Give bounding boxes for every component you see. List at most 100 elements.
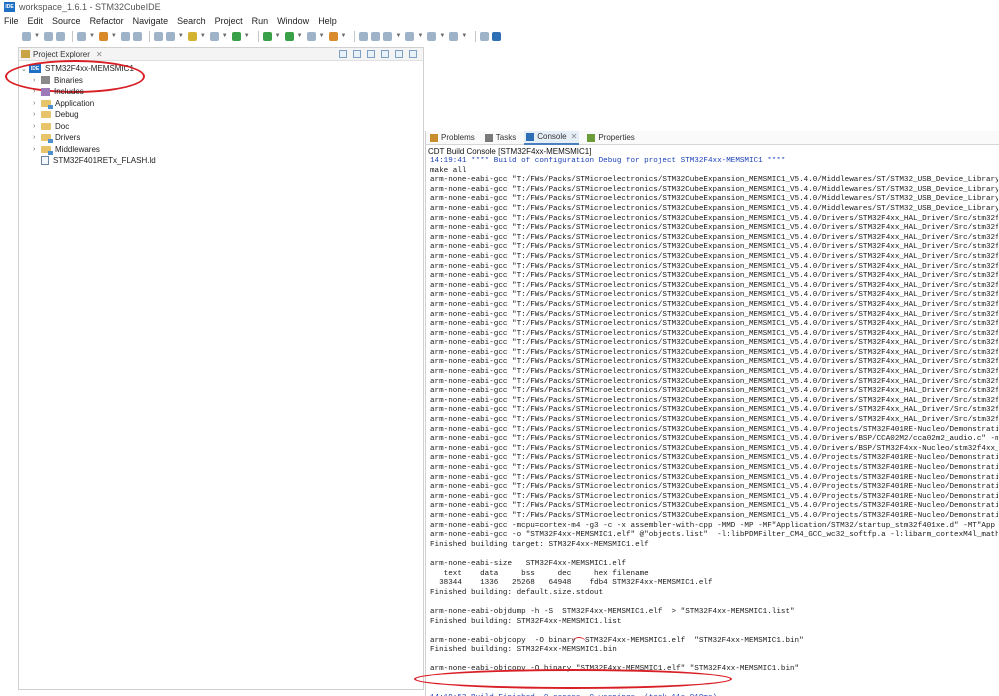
open-type-icon[interactable] xyxy=(328,31,338,41)
chevron-down-icon[interactable]: ▼ xyxy=(439,33,445,39)
device-config-icon[interactable] xyxy=(153,31,163,41)
chevron-down-icon[interactable]: ▼ xyxy=(244,33,250,39)
maximize-icon[interactable] xyxy=(409,50,417,58)
console-line: Finished building: STM32F4xx-MEMSMIC1.li… xyxy=(430,617,622,626)
tree-item-debug[interactable]: › Debug xyxy=(19,109,423,121)
menu-run[interactable]: Run xyxy=(252,16,269,26)
console-icon xyxy=(526,132,535,141)
build-settings-icon[interactable] xyxy=(76,31,86,41)
save-all-icon[interactable] xyxy=(55,31,65,41)
tree-item-linker-file[interactable]: STM32F401RETx_FLASH.ld xyxy=(19,155,423,167)
chevron-right-icon[interactable]: › xyxy=(33,134,41,141)
build-hammer-icon[interactable] xyxy=(98,31,108,41)
chevron-right-icon[interactable]: › xyxy=(33,88,41,95)
console-line: arm-none-eabi-gcc "T:/FWs/Packs/STMicroe… xyxy=(430,368,998,377)
new-folder-icon[interactable] xyxy=(187,31,197,41)
tree-item-label: Debug xyxy=(55,110,79,120)
menu-source[interactable]: Source xyxy=(52,16,81,26)
minimize-icon[interactable] xyxy=(395,50,403,58)
menu-window[interactable]: Window xyxy=(277,16,309,26)
console-line: arm-none-eabi-gcc "T:/FWs/Packs/STMicroe… xyxy=(430,252,998,261)
tab-properties[interactable]: Properties xyxy=(585,131,636,145)
tree-item-project[interactable]: ⌄ IDE STM32F4xx-MEMSMIC1 xyxy=(5,60,423,93)
menu-navigate[interactable]: Navigate xyxy=(133,16,169,26)
project-explorer-tab[interactable]: Project Explorer ✕ xyxy=(19,48,423,61)
sync-icon[interactable] xyxy=(231,31,241,41)
console-line: arm-none-eabi-gcc "T:/FWs/Packs/STMicroe… xyxy=(430,185,998,194)
tree-item-drivers[interactable]: › Drivers xyxy=(19,132,423,144)
menu-file[interactable]: File xyxy=(4,16,19,26)
terminal-icon[interactable] xyxy=(132,31,142,41)
chevron-down-icon[interactable]: ▼ xyxy=(34,33,40,39)
menu-refactor[interactable]: Refactor xyxy=(90,16,124,26)
view-menu-icon[interactable] xyxy=(381,50,389,58)
console-output[interactable]: 14:19:41 **** Build of configuration Deb… xyxy=(426,157,998,696)
back-icon[interactable] xyxy=(427,31,437,41)
chevron-down-icon[interactable]: ▼ xyxy=(200,33,206,39)
run-icon[interactable] xyxy=(284,31,294,41)
prev-edit-icon[interactable] xyxy=(405,31,415,41)
new-project-icon[interactable] xyxy=(165,31,175,41)
pilcrow-icon[interactable] xyxy=(371,31,381,41)
chevron-down-icon[interactable]: ▼ xyxy=(395,33,401,39)
collapse-all-icon[interactable] xyxy=(339,50,347,58)
folder-icon xyxy=(41,145,53,155)
console-line: arm-none-eabi-gcc "T:/FWs/Packs/STMicroe… xyxy=(430,320,998,329)
tab-tasks[interactable]: Tasks xyxy=(483,131,518,145)
chevron-down-icon[interactable]: ▼ xyxy=(178,33,184,39)
chevron-right-icon[interactable]: › xyxy=(33,123,41,130)
tree-item-middlewares[interactable]: › Middlewares xyxy=(19,144,423,156)
close-icon[interactable]: ✕ xyxy=(96,50,103,59)
chevron-down-icon[interactable]: ⌄ xyxy=(21,65,29,73)
project-explorer-tab-label: Project Explorer xyxy=(33,49,90,59)
chevron-right-icon[interactable]: › xyxy=(33,77,41,84)
tab-problems[interactable]: Problems xyxy=(428,131,477,145)
menu-project[interactable]: Project xyxy=(215,16,243,26)
tree-item-label: Includes xyxy=(54,87,84,97)
clean-icon[interactable] xyxy=(120,31,130,41)
close-icon[interactable]: ✕ xyxy=(571,132,578,141)
chevron-right-icon[interactable]: › xyxy=(33,146,41,153)
new-file-icon[interactable] xyxy=(209,31,219,41)
console-line: arm-none-eabi-gcc "T:/FWs/Packs/STMicroe… xyxy=(430,377,998,386)
save-icon[interactable] xyxy=(43,31,53,41)
chevron-down-icon[interactable]: ▼ xyxy=(297,33,303,39)
console-line: arm-none-eabi-objcopy -O binary "STM32F4… xyxy=(430,665,800,674)
link-editor-icon[interactable] xyxy=(353,50,361,58)
folder-icon xyxy=(41,111,51,119)
filter-icon[interactable] xyxy=(367,50,375,58)
external-tools-icon[interactable] xyxy=(306,31,316,41)
chevron-down-icon[interactable]: ▼ xyxy=(461,33,467,39)
console-line: arm-none-eabi-objcopy -O binary STM32F4x… xyxy=(430,636,804,645)
menu-search[interactable]: Search xyxy=(177,16,206,26)
chevron-down-icon[interactable]: ▼ xyxy=(341,33,347,39)
chevron-down-icon[interactable]: ▼ xyxy=(89,33,95,39)
console-line: arm-none-eabi-gcc "T:/FWs/Packs/STMicroe… xyxy=(430,329,998,338)
next-edit-icon[interactable] xyxy=(383,31,393,41)
console-line: arm-none-eabi-gcc "T:/FWs/Packs/STMicroe… xyxy=(430,502,998,511)
tree-item-binaries[interactable]: › Binaries xyxy=(19,75,423,87)
console-line: arm-none-eabi-gcc "T:/FWs/Packs/STMicroe… xyxy=(430,224,998,233)
new-icon[interactable] xyxy=(22,31,31,41)
forward-icon[interactable] xyxy=(449,31,459,41)
tree-item-includes[interactable]: › Includes xyxy=(19,86,423,98)
info-icon[interactable] xyxy=(492,31,502,41)
folder-icon xyxy=(41,122,51,130)
chevron-down-icon[interactable]: ▼ xyxy=(417,33,423,39)
chevron-down-icon[interactable]: ▼ xyxy=(111,33,117,39)
chevron-down-icon[interactable]: ▼ xyxy=(319,33,325,39)
open-perspective-icon[interactable] xyxy=(480,31,490,41)
menu-edit[interactable]: Edit xyxy=(28,16,44,26)
chevron-down-icon[interactable]: ▼ xyxy=(275,33,281,39)
chevron-right-icon[interactable]: › xyxy=(33,111,41,118)
tree-item-doc[interactable]: › Doc xyxy=(19,121,423,133)
tab-console[interactable]: Console ✕ xyxy=(524,130,580,145)
console-line: arm-none-eabi-gcc "T:/FWs/Packs/STMicroe… xyxy=(430,262,998,271)
tree-item-application[interactable]: › Application xyxy=(19,98,423,110)
menu-help[interactable]: Help xyxy=(318,16,337,26)
chevron-down-icon[interactable]: ▼ xyxy=(222,33,228,39)
chevron-right-icon[interactable]: › xyxy=(33,100,41,107)
annotation-next-icon[interactable] xyxy=(359,31,369,41)
debug-bug-icon[interactable] xyxy=(262,31,272,41)
